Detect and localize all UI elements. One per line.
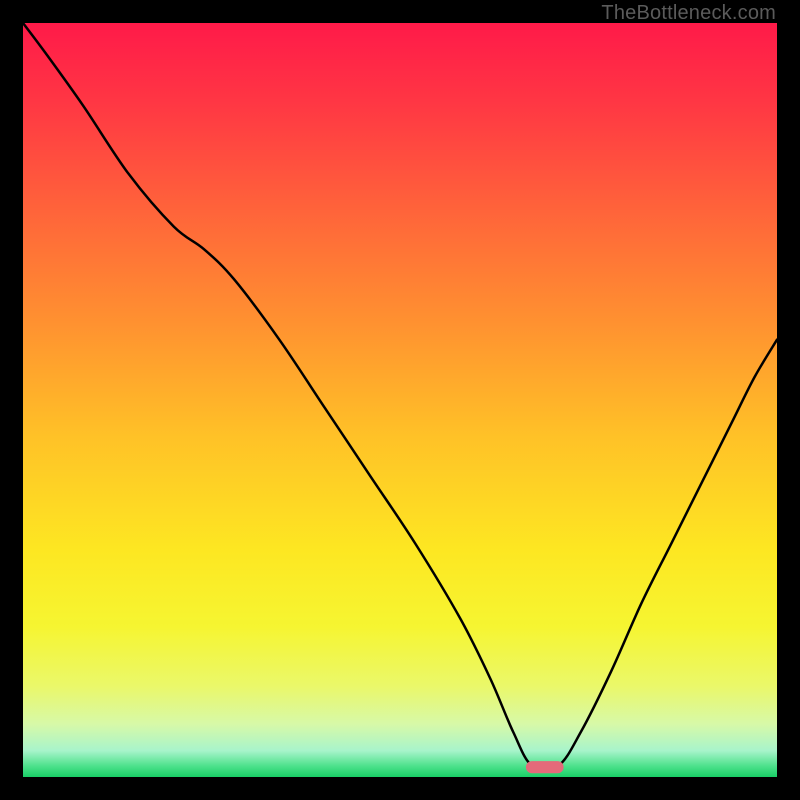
chart-svg xyxy=(23,23,777,777)
gradient-background xyxy=(23,23,777,777)
chart-container: TheBottleneck.com xyxy=(0,0,800,800)
plot-area xyxy=(23,23,777,777)
optimal-marker xyxy=(526,761,564,773)
watermark-text: TheBottleneck.com xyxy=(601,2,776,25)
